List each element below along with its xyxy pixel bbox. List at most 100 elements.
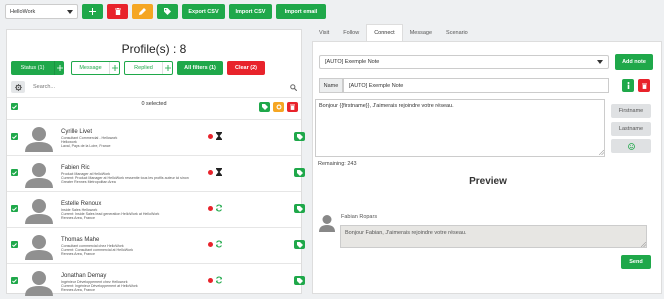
avatar <box>25 198 53 224</box>
trash-icon <box>114 8 121 15</box>
tag-icon <box>296 133 303 140</box>
all-filters-button[interactable]: All filters (1) <box>177 61 223 75</box>
check-icon <box>12 278 17 283</box>
tag-icon <box>296 169 303 176</box>
profile-row[interactable]: Cyrille Livet Consultant Commercial - Hel… <box>7 119 305 155</box>
row-checkbox[interactable] <box>11 241 18 248</box>
profile-name: Fabien Ric <box>61 165 90 171</box>
import-csv-button[interactable]: Import CSV <box>229 4 272 19</box>
edit-button[interactable] <box>132 4 153 19</box>
page-title: Profile(s) : 8 <box>121 42 187 56</box>
hourglass-icon <box>215 132 223 140</box>
bulk-delete-button[interactable] <box>287 102 298 112</box>
profile-name: Jonathan Demay <box>61 273 107 279</box>
name-label: Name <box>319 78 343 93</box>
add-button[interactable] <box>82 4 103 19</box>
profile-detail-line: Greater Rennes Metropolitan Area <box>61 180 116 184</box>
status-filter-button[interactable]: Status (1) <box>11 61 64 75</box>
tab-follow[interactable]: Follow <box>336 24 366 42</box>
settings-button[interactable] <box>11 81 25 93</box>
search-bar <box>11 81 299 93</box>
message-filter-label: Message <box>79 65 102 71</box>
status-dot <box>208 242 213 247</box>
profile-row[interactable]: Estelle Renoux Inside Sales Hellowork Curr… <box>7 191 305 227</box>
replied-filter-button[interactable]: Replied <box>124 61 173 75</box>
connect-pane: [AUTO] Exemple Note Add note Name [AUTO]… <box>312 41 662 294</box>
row-tag-button[interactable] <box>294 204 305 213</box>
avatar <box>25 126 53 152</box>
row-checkbox[interactable] <box>11 169 18 176</box>
tag-icon <box>296 241 303 248</box>
check-icon <box>12 170 17 175</box>
status-dot <box>208 170 213 175</box>
profile-name: Estelle Renoux <box>61 201 102 207</box>
tab-scenario[interactable]: Scenario <box>439 24 475 42</box>
profile-row[interactable]: Thomas Mahe Consultant commercial chez He… <box>7 227 305 263</box>
hourglass-icon <box>215 168 223 176</box>
profile-details: Product Manager at HelloWork Current: Pro… <box>61 172 189 184</box>
search-input[interactable] <box>25 81 290 93</box>
row-checkbox[interactable] <box>11 205 18 212</box>
profile-row[interactable]: Jonathan Demay Ingénieur Développement ch… <box>7 263 305 299</box>
tab-message[interactable]: Message <box>403 24 439 42</box>
name-input[interactable]: [AUTO] Exemple Note <box>343 78 609 93</box>
selected-count: 0 selected <box>141 101 167 107</box>
status-dot <box>208 206 213 211</box>
delete-note-button[interactable] <box>638 79 650 92</box>
row-tag-button[interactable] <box>294 276 305 285</box>
check-icon <box>12 242 17 247</box>
message-textarea[interactable]: Bonjour {{firstname}}, J'aimerais rejoin… <box>315 99 605 157</box>
send-button[interactable]: Send <box>621 255 651 269</box>
bulk-tag-button[interactable] <box>259 102 270 112</box>
row-tag-button[interactable] <box>294 168 305 177</box>
avatar <box>25 270 53 296</box>
resize-handle-icon <box>599 150 604 155</box>
profile-detail-line: Laval, Pays de la Loire, France <box>61 144 111 148</box>
row-checkbox[interactable] <box>11 133 18 140</box>
plus-icon <box>162 62 172 74</box>
gear-icon <box>276 104 282 110</box>
add-note-button[interactable]: Add note <box>615 54 653 70</box>
tab-bar: Visit Follow Connect Message Scenario <box>312 24 475 42</box>
tag-icon <box>164 8 171 15</box>
template-select[interactable]: [AUTO] Exemple Note <box>319 55 609 69</box>
tab-visit[interactable]: Visit <box>312 24 336 42</box>
template-select-value: [AUTO] Exemple Note <box>325 59 380 65</box>
clear-filters-button[interactable]: Clear (2) <box>227 61 265 75</box>
insert-lastname-button[interactable]: Lastname <box>611 122 651 136</box>
preview-name: Fabian Ropars <box>341 214 378 220</box>
replied-filter-label: Replied <box>134 65 153 71</box>
info-button[interactable] <box>622 79 634 92</box>
import-email-button[interactable]: Import email <box>276 4 326 19</box>
selection-row: 0 selected <box>7 97 301 119</box>
trash-icon <box>290 104 295 110</box>
trash-icon <box>641 83 647 89</box>
check-icon <box>12 134 17 139</box>
workspace-select[interactable]: HelloWork <box>5 4 78 19</box>
chevron-down-icon <box>67 9 73 14</box>
profile-details: Consultant commercial chez HelloWork Curr… <box>61 244 133 256</box>
profile-row[interactable]: Fabien Ric Product Manager at HelloWork Cu… <box>7 155 305 191</box>
export-csv-button[interactable]: Export CSV <box>182 4 225 19</box>
pencil-icon <box>139 8 146 15</box>
remaining-count: Remaining: 243 <box>318 161 357 167</box>
avatar <box>25 162 53 188</box>
tag-icon <box>261 104 268 110</box>
profile-name: Thomas Mahe <box>61 237 100 243</box>
bulk-settings-button[interactable] <box>273 102 284 112</box>
row-checkbox[interactable] <box>11 277 18 284</box>
insert-emoji-button[interactable] <box>611 139 651 153</box>
row-tag-button[interactable] <box>294 132 305 141</box>
insert-firstname-button[interactable]: Firstname <box>611 104 651 118</box>
delete-button[interactable] <box>107 4 128 19</box>
top-toolbar: HelloWork Export CSV Import CSV Import e… <box>5 4 326 19</box>
tab-connect[interactable]: Connect <box>366 24 403 42</box>
profile-detail-line: Rennes Area, France <box>61 216 95 220</box>
smiley-icon <box>627 142 635 150</box>
status-dot <box>208 278 213 283</box>
tag-button[interactable] <box>157 4 178 19</box>
message-filter-button[interactable]: Message <box>71 61 120 75</box>
check-icon <box>12 206 17 211</box>
row-tag-button[interactable] <box>294 240 305 249</box>
resize-handle-icon <box>641 242 646 247</box>
